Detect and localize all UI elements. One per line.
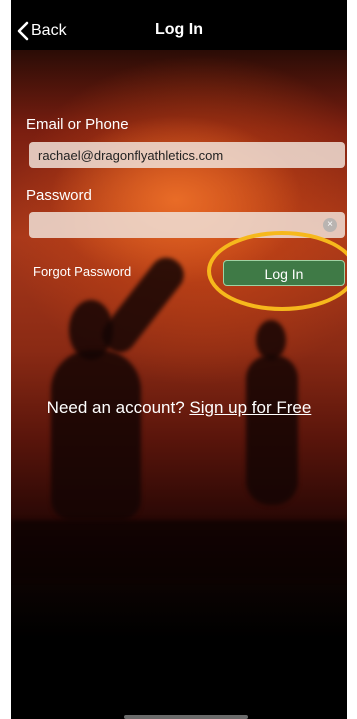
navigation-bar: Back Log In — [11, 0, 347, 50]
signup-prompt: Need an account? — [46, 398, 185, 417]
silhouette-body-left — [51, 350, 141, 520]
signup-link[interactable]: Sign up for Free — [189, 398, 311, 417]
phone-screen: Back Log In Email or Phone Password × Fo… — [11, 0, 347, 719]
clear-icon[interactable]: × — [323, 218, 337, 232]
silhouette-body-right — [246, 355, 298, 505]
email-field[interactable] — [29, 142, 345, 168]
page-title: Log In — [155, 21, 203, 38]
email-label: Email or Phone — [26, 116, 129, 133]
signup-row: Need an account? Sign up for Free — [11, 398, 347, 418]
ground-shadow — [11, 520, 347, 580]
forgot-password-link[interactable]: Forgot Password — [33, 264, 131, 279]
home-indicator — [124, 715, 248, 719]
login-button[interactable]: Log In — [223, 260, 345, 286]
silhouette-head-right — [256, 320, 286, 360]
password-label: Password — [26, 187, 92, 204]
password-field[interactable]: × — [29, 212, 345, 238]
